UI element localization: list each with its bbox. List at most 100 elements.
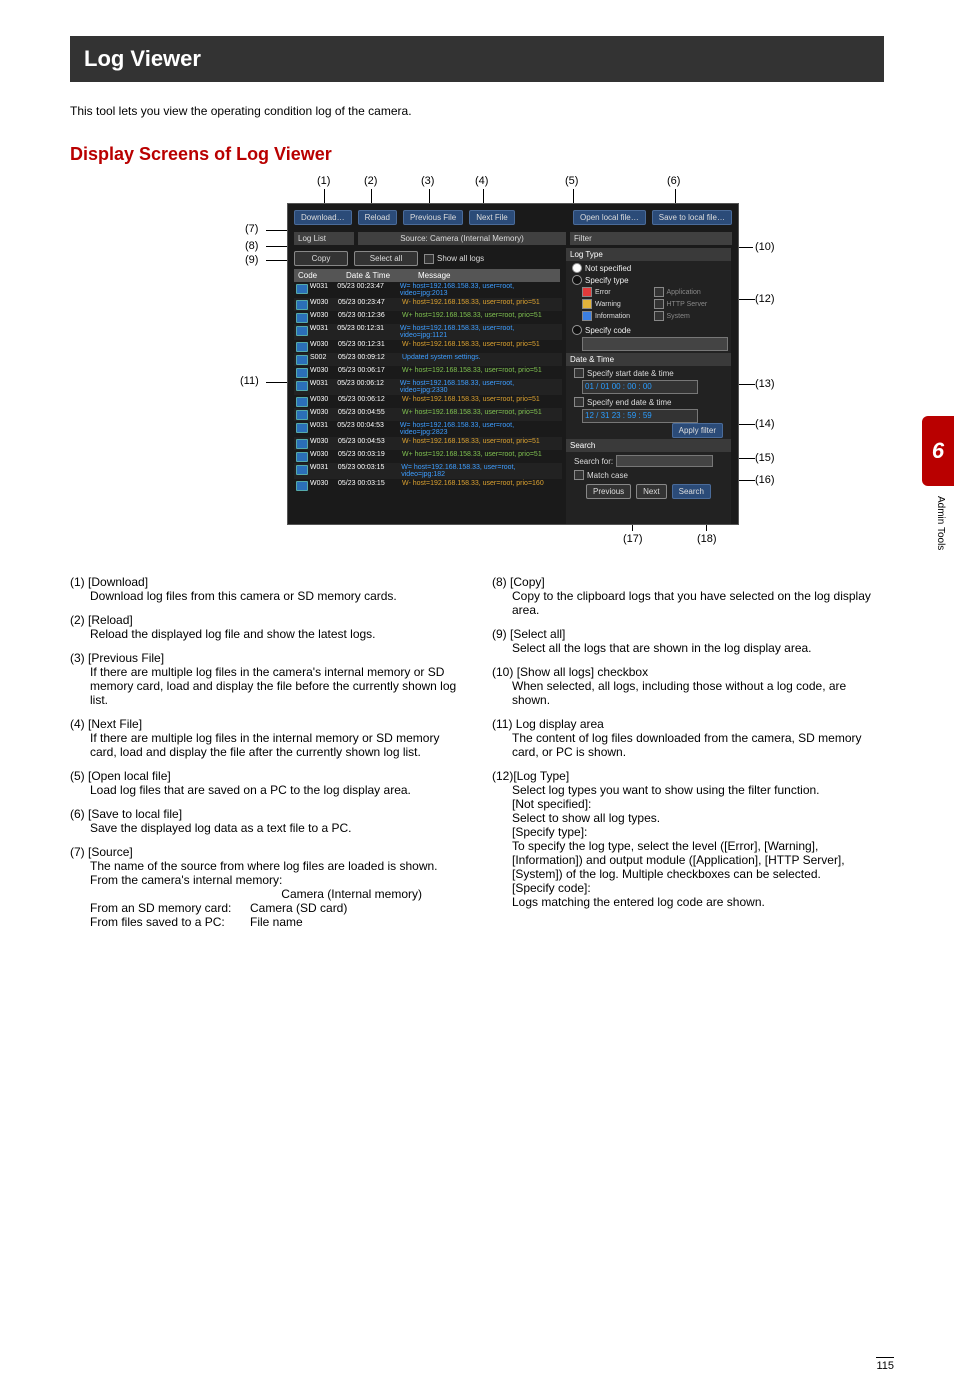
filter-header: Filter [570,232,732,245]
info-icon [296,381,308,391]
callout-2: (2) [364,175,377,187]
logtype-header: Log Type [566,248,731,261]
table-row[interactable]: W03105/23 00:12:31W= host=192.168.158.33… [294,324,562,340]
callout-15: (15) [755,452,775,464]
info-icon [296,342,308,352]
table-row[interactable]: W03005/23 00:12:31W- host=192.168.158.33… [294,340,562,353]
item7-d2v: Camera (Internal memory) [90,887,462,901]
table-row[interactable]: W03105/23 00:03:15W= host=192.168.158.33… [294,463,562,479]
callout-4: (4) [475,175,488,187]
side-label: Admin Tools [935,496,946,550]
radio-specify-type[interactable]: Specify type [572,275,725,285]
info-icon [296,481,308,491]
info-icon [296,326,308,336]
chk-spec-end[interactable]: Specify end date & time [574,397,723,407]
table-row[interactable]: W03005/23 00:23:47W- host=192.168.158.33… [294,298,562,311]
item7-d4v: File name [250,915,303,929]
info-icon [296,465,308,475]
datetime-header: Date & Time [566,353,731,366]
info-icon [296,313,308,323]
chk-match-case[interactable]: Match case [574,470,723,480]
end-date-input[interactable]: 12 / 31 23 : 59 : 59 [582,409,698,423]
table-row[interactable]: W03005/23 00:03:15W- host=192.168.158.33… [294,479,562,492]
item7-desc: The name of the source from where log fi… [90,859,462,873]
info-icon [296,423,308,433]
copy-button[interactable]: Copy [294,251,348,266]
chk-error[interactable]: Error [582,287,652,297]
next-file-button[interactable]: Next File [469,210,515,225]
intro-text: This tool lets you view the operating co… [70,104,884,118]
download-button[interactable]: Download… [294,210,352,225]
callout-16: (16) [755,474,775,486]
search-input[interactable] [616,455,713,467]
radio-specify-code[interactable]: Specify code [572,325,725,335]
callout-11: (11) [240,375,259,387]
radio-not-specified[interactable]: Not specified [572,263,725,273]
callout-13: (13) [755,378,775,390]
info-icon [296,300,308,310]
figure-logviewer: (1) (2) (3) (4) (5) (6) (7) (8) (9) (11)… [127,175,827,555]
chk-http[interactable]: HTTP Server [654,299,724,309]
open-local-file-button[interactable]: Open local file… [573,210,646,225]
chk-application[interactable]: Application [654,287,724,297]
search-button[interactable]: Search [672,484,711,499]
search-header: Search [566,439,731,452]
callout-17: (17) [623,533,643,545]
table-row[interactable]: W03005/23 00:12:36W+ host=192.168.158.33… [294,311,562,324]
info-icon [296,452,308,462]
source-bar: Source: Camera (Internal Memory) [358,232,566,245]
callout-12: (12) [755,293,775,305]
table-header-row: Code Date & Time Message [294,269,560,282]
callout-3: (3) [421,175,434,187]
chapter-tab: 6 [922,416,954,486]
next-button[interactable]: Next [636,484,666,499]
table-row[interactable]: W03005/23 00:04:55W+ host=192.168.158.33… [294,408,562,421]
info-icon [296,410,308,420]
item7-d3v: Camera (SD card) [250,901,347,915]
info-icon [296,439,308,449]
previous-file-button[interactable]: Previous File [403,210,463,225]
logviewer-window: Download… Reload Previous File Next File… [287,203,739,525]
table-row[interactable]: W03105/23 00:04:53W= host=192.168.158.33… [294,421,562,437]
chk-spec-start[interactable]: Specify start date & time [574,368,723,378]
info-icon [296,368,308,378]
table-row[interactable]: W03005/23 00:06:17W+ host=192.168.158.33… [294,366,562,379]
info-icon [296,284,308,294]
chk-information[interactable]: Information [582,311,652,321]
table-row[interactable]: W03005/23 00:06:12W- host=192.168.158.33… [294,395,562,408]
item12-num: (12) [492,769,513,783]
callout-1: (1) [317,175,330,187]
callout-6: (6) [667,175,680,187]
table-row[interactable]: W03005/23 00:04:53W- host=192.168.158.33… [294,437,562,450]
item7-d2: From the camera's internal memory: [90,873,462,887]
select-all-button[interactable]: Select all [354,251,418,266]
log-display-area[interactable]: W03105/23 00:23:47W= host=192.168.158.33… [294,282,562,492]
page-number: 115 [876,1357,894,1372]
apply-filter-button[interactable]: Apply filter [672,423,723,438]
search-for-label: Search for: [574,457,613,466]
section-heading: Display Screens of Log Viewer [70,144,884,165]
callout-9: (9) [245,254,258,266]
callout-8: (8) [245,240,258,252]
specify-code-input[interactable] [582,337,728,351]
item7-d4k: From files saved to a PC: [90,915,250,929]
chk-warning[interactable]: Warning [582,299,652,309]
table-row[interactable]: W03005/23 00:03:19W+ host=192.168.158.33… [294,450,562,463]
table-row[interactable]: W03105/23 00:06:12W= host=192.168.158.33… [294,379,562,395]
start-date-input[interactable]: 01 / 01 00 : 00 : 00 [582,380,698,394]
page-title-bar: Log Viewer [70,36,884,82]
callout-10: (10) [755,241,775,253]
filter-panel: Log Type Not specified Specify type Erro… [566,248,731,524]
item7-d3k: From an SD memory card: [90,901,250,915]
chk-system[interactable]: System [654,311,724,321]
reload-button[interactable]: Reload [358,210,397,225]
show-all-logs-checkbox[interactable]: Show all logs [424,254,484,264]
table-row[interactable]: S00205/23 00:09:12Updated system setting… [294,353,562,366]
callout-5: (5) [565,175,578,187]
callout-7: (7) [245,223,258,235]
previous-button[interactable]: Previous [586,484,631,499]
loglist-label: Log List [294,232,354,245]
table-row[interactable]: W03105/23 00:23:47W= host=192.168.158.33… [294,282,562,298]
item12-title: [Log Type] [513,769,569,783]
save-local-file-button[interactable]: Save to local file… [652,210,732,225]
